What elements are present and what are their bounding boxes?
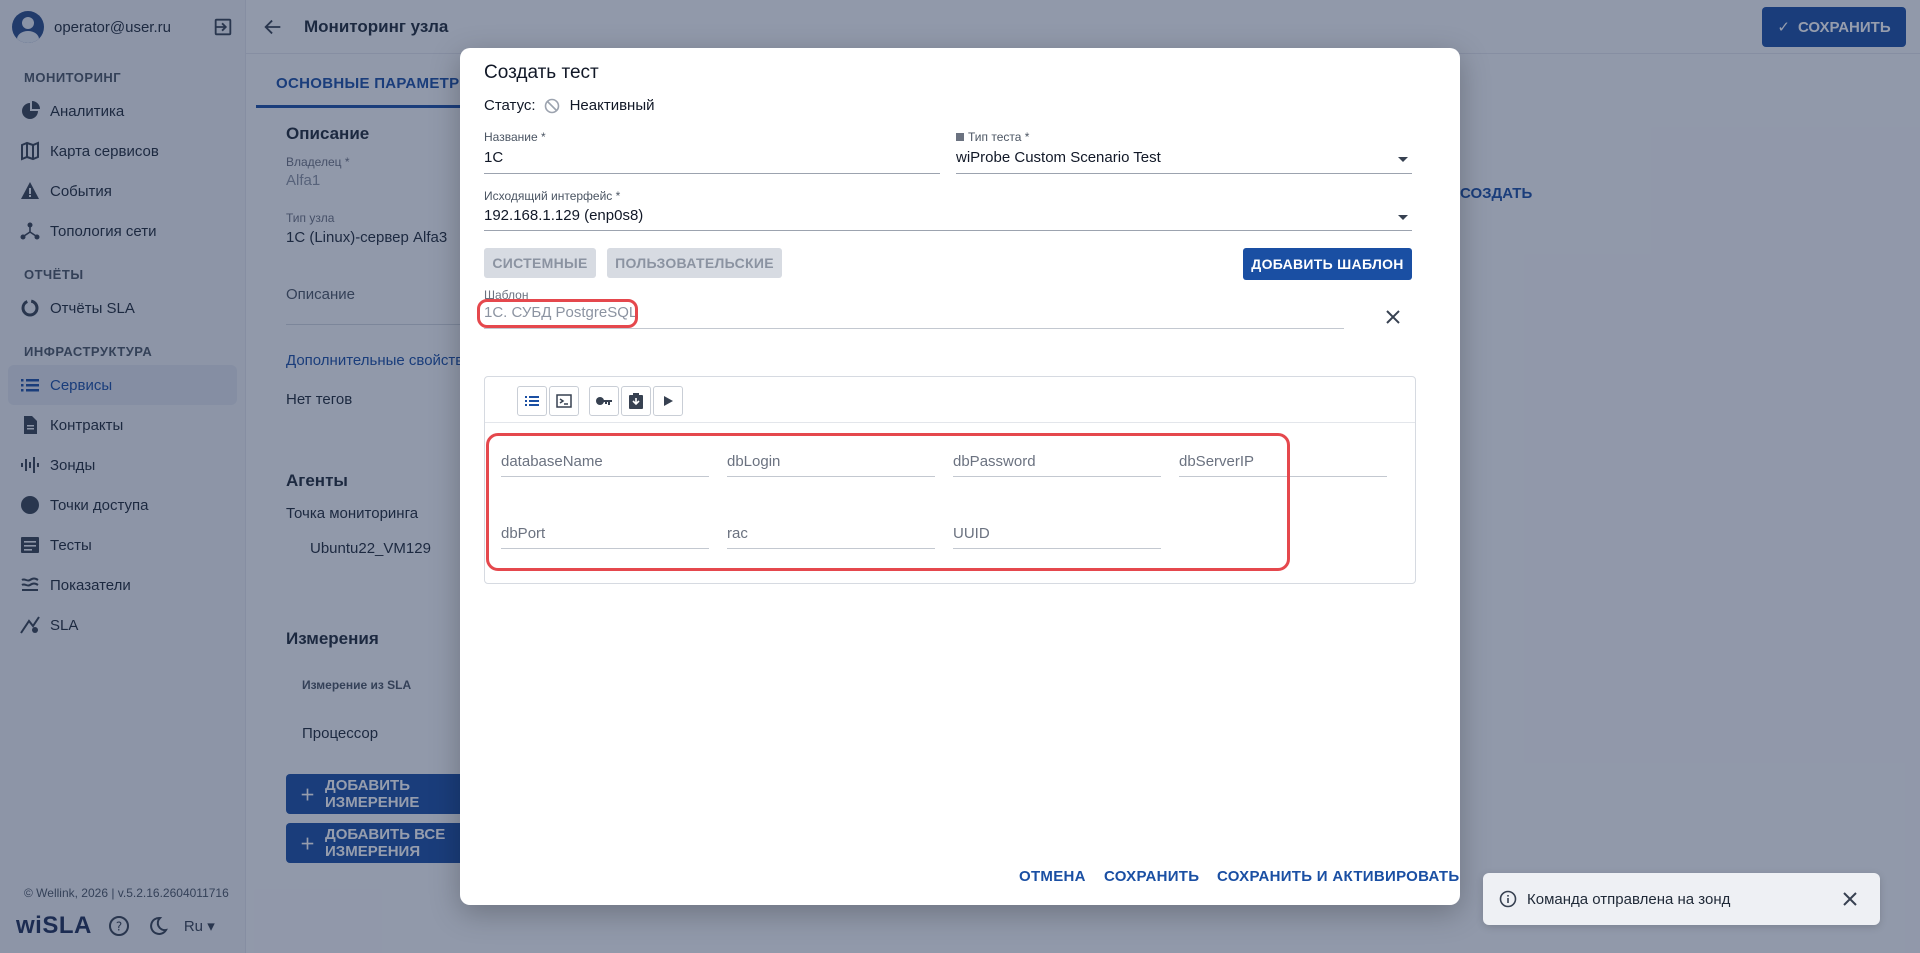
terminal-icon: [556, 394, 572, 408]
list-icon: [525, 396, 539, 406]
scenario-editor: databaseName dbLogin dbPassword dbServer…: [484, 376, 1416, 584]
template-highlight: [477, 299, 638, 328]
test-type-select[interactable]: wiProbe Custom Scenario Test: [956, 149, 1161, 166]
name-underline: [484, 173, 940, 174]
status-value: Неактивный: [569, 97, 655, 114]
info-icon: [1499, 890, 1517, 908]
params-view-button[interactable]: [517, 386, 547, 416]
params-highlight: [486, 433, 1290, 571]
interface-select[interactable]: 192.168.1.129 (enp0s8): [484, 207, 643, 224]
run-button[interactable]: [653, 386, 683, 416]
inactive-status-icon: [544, 98, 559, 113]
cube-icon: [956, 133, 964, 141]
status-row: Статус: Неактивный: [484, 97, 655, 114]
chevron-down-icon[interactable]: [1398, 157, 1408, 162]
interface-label: Исходящий интерфейс *: [484, 189, 621, 203]
play-icon: [664, 396, 673, 406]
terminal-button[interactable]: [549, 386, 579, 416]
notification-toast: Команда отправлена на зонд: [1483, 873, 1880, 925]
cancel-button[interactable]: ОТМЕНА: [1019, 868, 1086, 885]
chevron-down-icon[interactable]: [1398, 215, 1408, 220]
dialog-title: Создать тест: [484, 62, 599, 83]
import-button[interactable]: [621, 386, 651, 416]
save-and-activate-button[interactable]: СОХРАНИТЬ И АКТИВИРОВАТЬ: [1217, 868, 1459, 885]
add-template-button[interactable]: ДОБАВИТЬ ШАБЛОН: [1243, 248, 1412, 280]
user-templates-button[interactable]: ПОЛЬЗОВАТЕЛЬСКИЕ: [607, 248, 782, 278]
clipboard-download-icon: [629, 393, 643, 409]
template-underline: [484, 328, 1344, 329]
create-test-dialog: Создать тест Статус: Неактивный Название…: [460, 48, 1460, 905]
test-type-label: Тип теста *: [956, 130, 1029, 144]
system-templates-button[interactable]: СИСТЕМНЫЕ: [484, 248, 596, 278]
credentials-button[interactable]: [589, 386, 619, 416]
save-button[interactable]: СОХРАНИТЬ: [1104, 868, 1199, 885]
close-icon[interactable]: [1384, 308, 1402, 326]
test-type-label-text: Тип теста *: [968, 130, 1030, 144]
interface-underline: [484, 230, 1412, 231]
name-label: Название *: [484, 130, 546, 144]
toast-message: Команда отправлена на зонд: [1527, 890, 1731, 908]
status-label: Статус:: [484, 97, 536, 114]
name-input[interactable]: 1C: [484, 149, 503, 166]
test-type-underline: [956, 173, 1412, 174]
key-icon: [596, 397, 612, 405]
close-icon[interactable]: [1840, 889, 1860, 909]
editor-toolbar: [485, 377, 1415, 423]
